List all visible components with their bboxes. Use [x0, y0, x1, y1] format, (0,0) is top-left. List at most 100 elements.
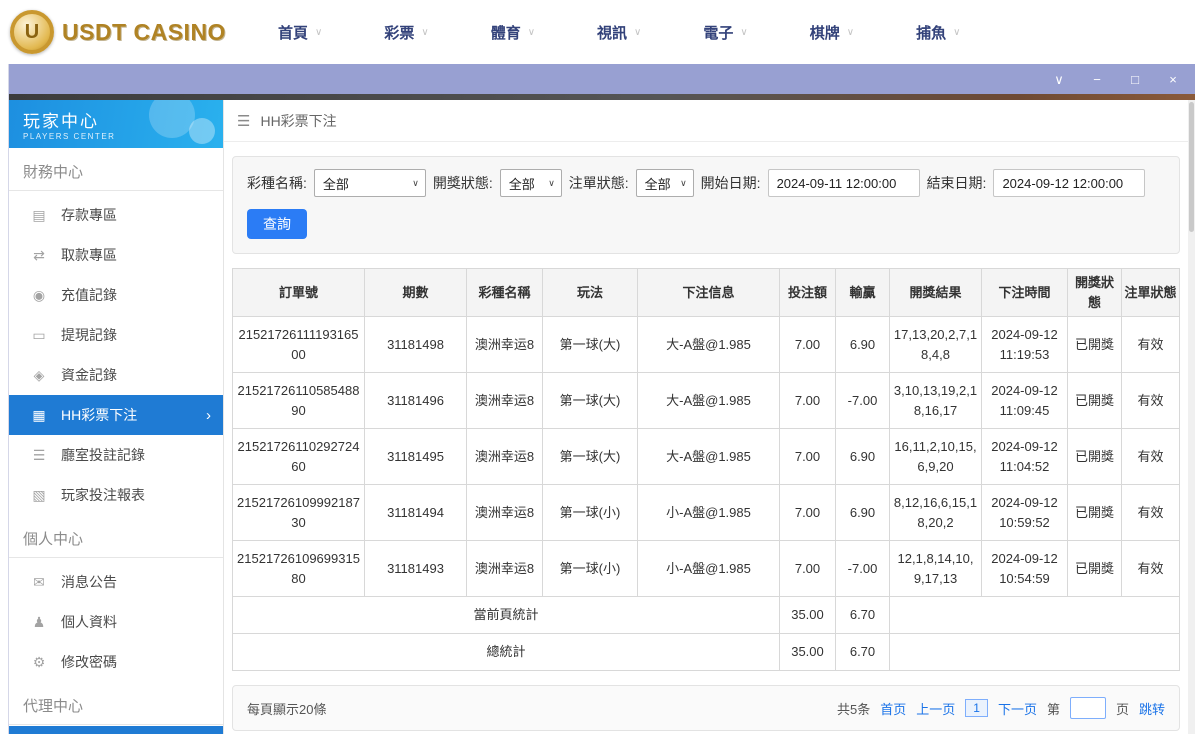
cell-bet-info: 小-A盤@1.985	[637, 540, 780, 597]
section-personal: 個人中心	[9, 515, 223, 558]
page-jump-input[interactable]	[1069, 697, 1106, 719]
window-close-button[interactable]: ×	[1165, 73, 1181, 86]
chevron-down-icon: ∨	[421, 26, 429, 38]
window-minimize-button[interactable]: −	[1089, 73, 1105, 86]
sidebar-item-deposit[interactable]: ▤ 存款專區	[9, 195, 223, 235]
chevron-down-icon: ∨	[846, 26, 855, 38]
report-icon: ▧	[32, 486, 46, 503]
jump-button[interactable]: 跳转	[1139, 699, 1165, 718]
draw-status-select[interactable]: 全部 ∨	[499, 169, 562, 197]
nav-item-sports[interactable]: 體育 ∨	[491, 22, 535, 43]
first-page-link[interactable]: 首页	[880, 699, 906, 718]
cell-result: 12,1,8,14,10,9,17,13	[889, 540, 982, 597]
chevron-down-icon: ∨	[680, 177, 687, 188]
sidebar-item-label: HH彩票下注	[61, 407, 138, 423]
cell-lottery: 澳洲幸运8	[466, 540, 543, 597]
selected-value: 全部	[644, 176, 671, 192]
sidebar-item-label: 玩家投注報表	[61, 487, 145, 503]
cell-win-loss: 6.90	[835, 316, 890, 373]
nav-item-video[interactable]: 視訊 ∨	[597, 22, 641, 43]
sidebar-item-label: 充值記錄	[61, 287, 117, 303]
nav-item-home[interactable]: 首頁 ∨	[278, 22, 322, 43]
col-win-loss: 輸贏	[835, 268, 890, 317]
nav-item-lottery[interactable]: 彩票 ∨	[384, 22, 428, 43]
cell-play: 第一球(小)	[542, 484, 638, 541]
summary-win-loss: 6.70	[835, 633, 890, 671]
cell-period: 31181494	[364, 484, 467, 541]
section-finance: 財務中心	[9, 148, 223, 191]
sidebar-item-label: 廳室投註記錄	[61, 447, 145, 463]
sidebar-item-hh-lottery-bets[interactable]: ▦ HH彩票下注 ›	[9, 395, 223, 435]
sidebar-item-hall-bet-record[interactable]: ☰ 廳室投註記錄	[9, 435, 223, 475]
sidebar-item-change-password[interactable]: ⚙ 修改密碼	[9, 642, 223, 682]
logo-text: USDT CASINO	[62, 18, 226, 45]
prev-page-link[interactable]: 上一页	[916, 699, 955, 718]
start-date-input[interactable]: 2024-09-11 12:00:00	[767, 169, 920, 197]
chevron-down-icon: ∨	[740, 26, 748, 38]
current-page[interactable]: 1	[965, 699, 988, 717]
sidebar-item-label: 資金記錄	[61, 367, 117, 383]
withdraw-record-icon: ▭	[32, 326, 46, 343]
cell-draw-status: 已開獎	[1067, 428, 1122, 485]
summary-label: 當前頁統計	[232, 596, 780, 634]
hamburger-menu-icon[interactable]: ☰	[237, 112, 250, 130]
nav-label: 視訊	[597, 24, 628, 42]
col-amount: 投注額	[779, 268, 836, 317]
lottery-bets-icon: ▦	[32, 406, 46, 423]
cell-order-id: 2152172611119316500	[232, 316, 365, 373]
col-result: 開獎結果	[889, 268, 982, 317]
nav-label: 體育	[490, 24, 521, 42]
next-page-link[interactable]: 下一页	[998, 699, 1037, 718]
chevron-down-icon: ∨	[953, 26, 961, 38]
search-button[interactable]: 查詢	[247, 209, 307, 239]
cell-win-loss: 6.90	[835, 484, 890, 541]
window-maximize-button[interactable]: □	[1127, 73, 1143, 86]
site-logo[interactable]: U USDT CASINO	[10, 10, 240, 54]
sidebar-header: 玩家中心 PLAYERS CENTER	[9, 100, 223, 148]
nav-item-fishing[interactable]: 捕魚 ∨	[916, 22, 960, 43]
cell-period: 31181493	[364, 540, 467, 597]
sidebar-item-recharge-record[interactable]: ◉ 充值記錄	[9, 275, 223, 315]
site-nav: 首頁 ∨ 彩票 ∨ 體育 ∨ 視訊 ∨ 電子 ∨ 棋牌 ∨ 捕魚 ∨	[278, 22, 960, 43]
cell-bet-info: 大-A盤@1.985	[637, 316, 780, 373]
col-lottery: 彩種名稱	[466, 268, 543, 317]
end-date-label: 結束日期:	[926, 175, 987, 191]
scrollbar-thumb[interactable]	[1189, 102, 1194, 232]
order-status-select[interactable]: 全部 ∨	[635, 169, 694, 197]
sidebar-item-label: 修改密碼	[61, 654, 117, 670]
recharge-icon: ◉	[32, 286, 46, 303]
sidebar-item-withdraw-record[interactable]: ▭ 提現記錄	[9, 315, 223, 355]
draw-status-select-label: 開獎狀態:	[432, 175, 493, 191]
site-header: U USDT CASINO 首頁 ∨ 彩票 ∨ 體育 ∨ 視訊 ∨ 電子 ∨ 棋…	[0, 0, 1195, 64]
cell-lottery: 澳洲幸运8	[466, 484, 543, 541]
selected-value: 全部	[508, 176, 535, 192]
nav-item-slots[interactable]: 電子 ∨	[703, 22, 747, 43]
cell-time: 2024-09-12 11:04:52	[981, 428, 1068, 485]
chevron-right-icon: ›	[206, 406, 211, 424]
cell-order-status: 有效	[1121, 484, 1180, 541]
pagination-bar: 每頁顯示20條 共5条 首页 上一页 1 下一页 第 页 跳转	[232, 685, 1180, 731]
window-chevron-icon[interactable]: ∨	[1051, 73, 1067, 86]
cell-order-status: 有效	[1121, 372, 1180, 429]
sidebar-bottom-strip	[9, 726, 223, 734]
lottery-select-label: 彩種名稱:	[247, 175, 307, 191]
chevron-down-icon: ∨	[634, 26, 642, 38]
sidebar-item-withdraw[interactable]: ⇄ 取款專區	[9, 235, 223, 275]
start-date-label: 開始日期:	[700, 175, 761, 191]
lottery-select[interactable]: 全部 ∨	[313, 169, 426, 197]
chevron-down-icon: ∨	[412, 177, 419, 188]
sidebar-item-profile[interactable]: ♟ 個人資料	[9, 602, 223, 642]
sidebar-item-announcements[interactable]: ✉ 消息公告	[9, 562, 223, 602]
sidebar-item-player-report[interactable]: ▧ 玩家投注報表	[9, 475, 223, 515]
col-draw-status: 開獎狀態	[1067, 268, 1122, 317]
nav-label: 彩票	[384, 24, 415, 42]
order-status-select-label: 注單狀態:	[568, 175, 629, 191]
nav-item-cards[interactable]: 棋牌 ∨	[810, 22, 854, 43]
cell-result: 16,11,2,10,15,6,9,20	[889, 428, 982, 485]
end-date-input[interactable]: 2024-09-12 12:00:00	[993, 169, 1146, 197]
cell-play: 第一球(大)	[542, 372, 638, 429]
vertical-scrollbar[interactable]	[1188, 100, 1195, 734]
sidebar-item-funds-record[interactable]: ◈ 資金記錄	[9, 355, 223, 395]
sidebar-item-label: 消息公告	[61, 574, 117, 590]
chevron-down-icon: ∨	[315, 26, 323, 38]
